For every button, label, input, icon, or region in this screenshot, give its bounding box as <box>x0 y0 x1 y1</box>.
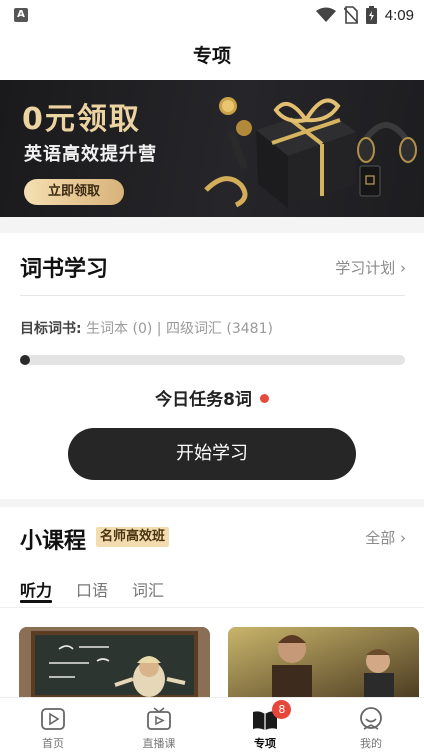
nav-profile-label: 我的 <box>360 737 382 750</box>
vocab-section-title: 词书学习 <box>20 257 109 282</box>
page-title: 专项 <box>192 44 231 67</box>
profile-icon <box>360 707 382 730</box>
no-sim-icon <box>343 6 358 24</box>
daily-task-text: 今日任务8词 <box>155 390 252 410</box>
battery-icon <box>365 6 377 24</box>
tv-icon <box>147 707 171 730</box>
vocab-progress-bar <box>20 355 405 365</box>
target-book-label: 目标词书: <box>20 321 82 337</box>
mini-courses-section: 小课程 名师高效班 全部 › 听力 口语 词汇 <box>0 507 424 697</box>
clock: 4:09 <box>384 6 414 24</box>
courses-title: 小课程 <box>20 529 87 554</box>
study-plan-label: 学习计划 <box>335 259 396 277</box>
view-all-label: 全部 <box>365 529 396 547</box>
notification-count-badge: 8 <box>272 700 292 719</box>
target-book-value: 生词本 (0) | 四级词汇 (3481) <box>86 321 273 337</box>
reminder-dot-icon <box>259 393 269 403</box>
nav-profile[interactable]: 我的 <box>318 698 424 753</box>
tab-vocabulary[interactable]: 词汇 <box>132 577 164 601</box>
start-learning-button[interactable]: 开始学习 <box>68 428 356 480</box>
section-divider <box>0 499 424 507</box>
study-plan-link[interactable]: 学习计划 › <box>335 257 406 278</box>
nav-special[interactable]: 专项 8 <box>212 698 318 753</box>
chevron-right-icon: › <box>395 529 406 547</box>
courses-badge: 名师高效班 <box>96 527 170 547</box>
status-bar: A 4:09 <box>0 0 424 30</box>
banner-headline: 0元领取 <box>22 102 141 137</box>
bottom-nav: 首页 直播课 专项 8 我的 <box>0 697 424 753</box>
gift-box-illustration <box>204 97 417 208</box>
course-card-thumbnail[interactable] <box>228 627 419 697</box>
divider <box>0 607 424 608</box>
title-bar: 专项 <box>0 30 424 78</box>
nav-home-label: 首页 <box>42 737 64 750</box>
course-tabs: 听力 口语 词汇 <box>20 577 164 601</box>
nav-home[interactable]: 首页 <box>0 698 106 753</box>
wifi-icon <box>315 7 336 22</box>
course-card-thumbnail[interactable] <box>19 627 210 697</box>
nav-special-label: 专项 <box>254 737 276 750</box>
chevron-right-icon: › <box>395 259 406 277</box>
target-book-row[interactable]: 目标词书: 生词本 (0) | 四级词汇 (3481) <box>20 318 273 338</box>
movie-scene-thumbnail-image <box>228 627 419 697</box>
vocab-book-section: 词书学习 学习计划 › 目标词书: 生词本 (0) | 四级词汇 (3481) … <box>0 233 424 499</box>
daily-task: 今日任务8词 <box>0 385 424 410</box>
claim-now-button[interactable]: 立即领取 <box>24 179 124 205</box>
home-play-icon <box>41 708 65 730</box>
view-all-link[interactable]: 全部 › <box>365 527 406 548</box>
promo-banner[interactable]: 0元领取 英语高效提升营 立即领取 <box>0 80 424 217</box>
banner-subtitle: 英语高效提升营 <box>24 144 157 165</box>
divider <box>20 295 405 296</box>
classroom-thumbnail-image <box>19 627 210 697</box>
active-tab-indicator <box>20 600 52 603</box>
status-icons: 4:09 <box>315 5 414 25</box>
app-notification-icon: A <box>14 8 28 22</box>
progress-fill <box>20 355 30 365</box>
nav-live-label: 直播课 <box>142 737 176 750</box>
tab-listening[interactable]: 听力 <box>20 577 52 601</box>
section-divider <box>0 217 424 233</box>
nav-live[interactable]: 直播课 <box>106 698 212 753</box>
tab-speaking[interactable]: 口语 <box>76 577 108 601</box>
